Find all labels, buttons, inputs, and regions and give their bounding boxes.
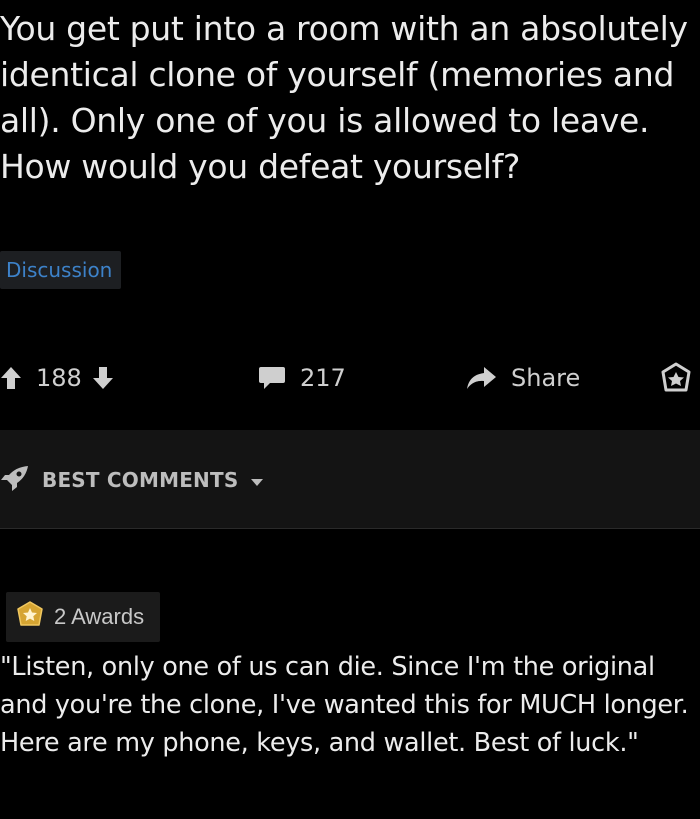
vote-controls: 188 bbox=[0, 350, 114, 406]
awards-count-label: 2 Awards bbox=[54, 604, 145, 629]
sort-label: BEST COMMENTS bbox=[42, 468, 239, 492]
post-action-bar: 188 217 Share bbox=[0, 350, 700, 406]
comment-sort-bar: BEST COMMENTS bbox=[0, 430, 700, 529]
comment-body: "Listen, only one of us can die. Since I… bbox=[0, 652, 689, 758]
post-flair[interactable]: Discussion bbox=[0, 251, 122, 289]
award-icon bbox=[660, 362, 692, 394]
give-award-button[interactable] bbox=[660, 350, 692, 406]
comment-awards[interactable]: 2 Awards bbox=[6, 592, 161, 642]
share-button[interactable]: Share bbox=[465, 350, 580, 406]
arrow-down-icon[interactable] bbox=[92, 366, 114, 390]
speech-bubble-icon bbox=[258, 365, 286, 391]
post-title: You get put into a room with an absolute… bbox=[0, 9, 688, 186]
upvote-count: 188 bbox=[36, 364, 82, 392]
rocket-icon bbox=[0, 465, 30, 496]
share-arrow-icon bbox=[465, 365, 497, 391]
arrow-up-icon[interactable] bbox=[0, 366, 22, 390]
share-label: Share bbox=[511, 364, 581, 392]
award-badge-icon bbox=[16, 600, 44, 634]
sort-dropdown[interactable]: BEST COMMENTS bbox=[0, 458, 264, 502]
comments-button[interactable]: 217 bbox=[258, 350, 346, 406]
caret-down-icon bbox=[250, 468, 264, 492]
comment-count: 217 bbox=[300, 364, 346, 392]
